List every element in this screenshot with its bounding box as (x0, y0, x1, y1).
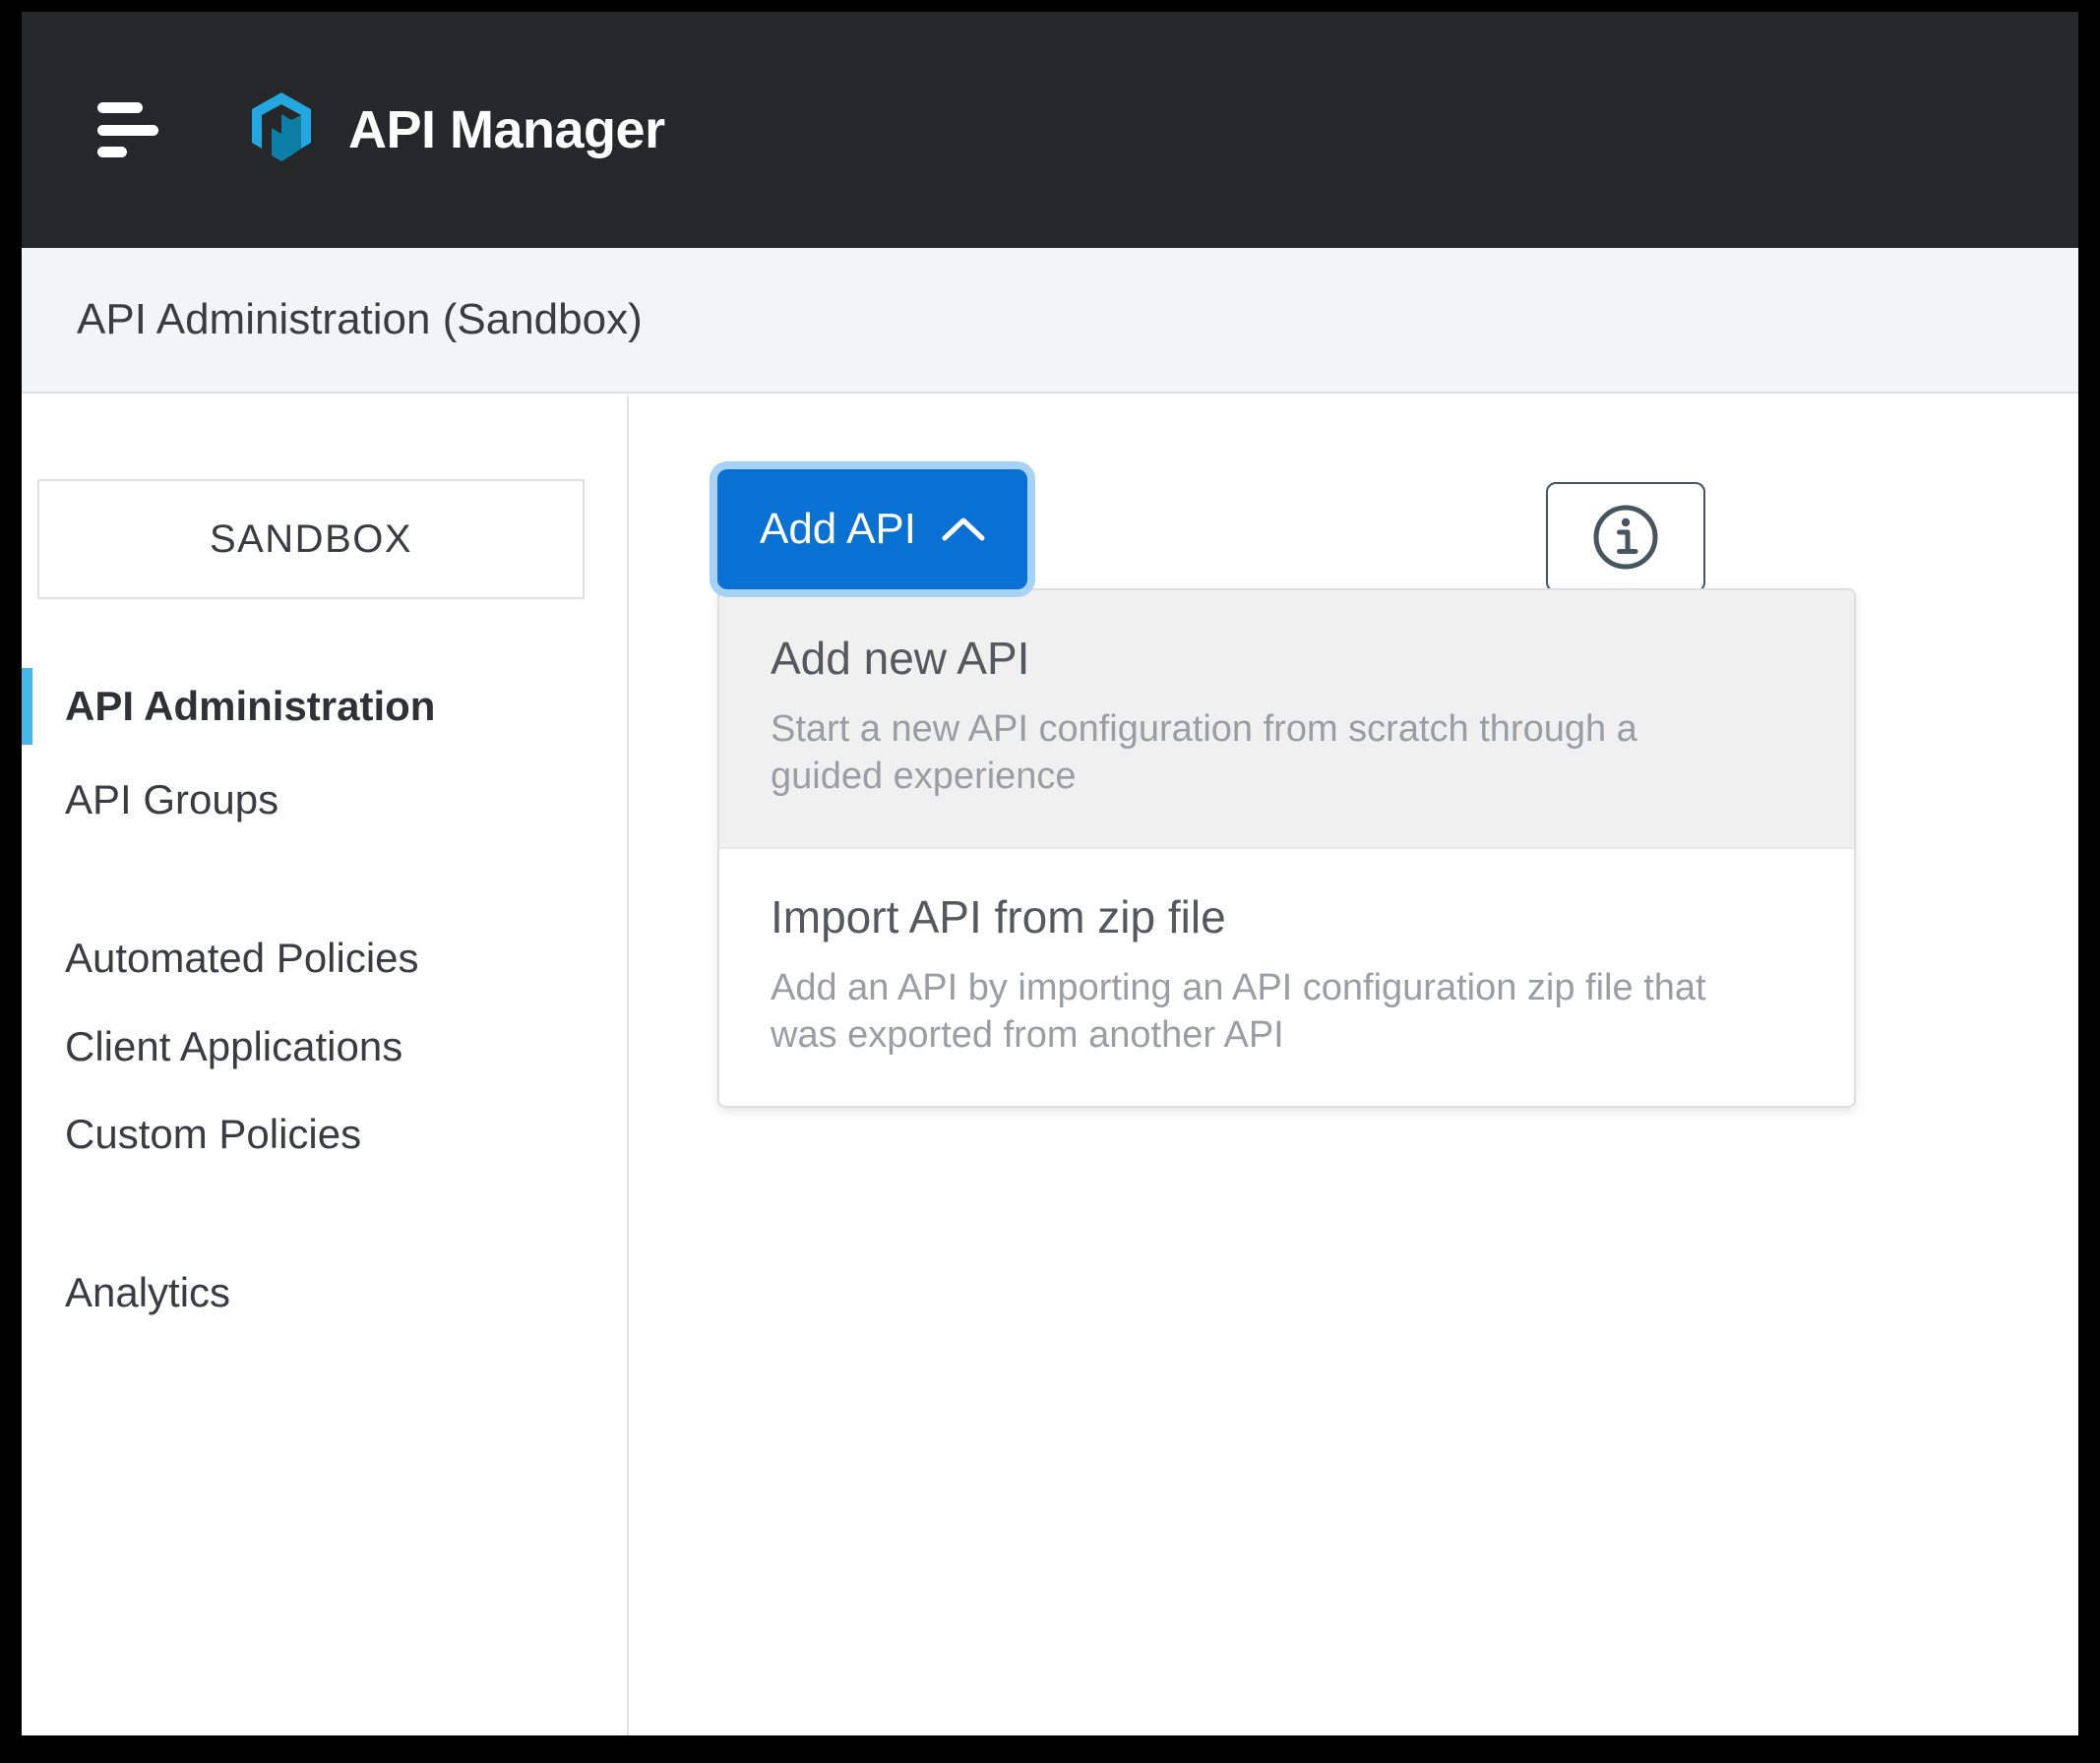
add-api-button[interactable]: Add API (717, 469, 1027, 589)
hamburger-line-2 (97, 124, 158, 136)
sidebar-item-label: API Groups (65, 776, 279, 822)
menu-item-add-new-api[interactable]: Add new API Start a new API configuratio… (719, 590, 1854, 847)
sidebar-item-client-applications[interactable]: Client Applications (22, 1008, 629, 1085)
environment-selector[interactable]: SANDBOX (37, 479, 585, 599)
page-title: API Administration (Sandbox) (77, 295, 643, 343)
active-indicator-bar (22, 920, 32, 997)
application-window: API Manager API Administration (Sandbox)… (22, 12, 2078, 1735)
sidebar-item-api-groups[interactable]: API Groups (22, 761, 629, 838)
sidebar-item-api-administration[interactable]: API Administration (22, 668, 629, 745)
sidebar-item-custom-policies[interactable]: Custom Policies (22, 1096, 629, 1173)
top-header-bar: API Manager (22, 12, 2078, 248)
sidebar-item-label: Client Applications (65, 1023, 403, 1069)
hamburger-menu-icon[interactable] (97, 102, 162, 157)
sidebar-item-analytics[interactable]: Analytics (22, 1254, 629, 1331)
sidebar-item-label: Automated Policies (65, 935, 419, 981)
info-circle-icon (1593, 505, 1658, 570)
environment-selector-label: SANDBOX (209, 517, 413, 561)
active-indicator-bar (22, 761, 32, 838)
add-api-button-label: Add API (759, 505, 916, 553)
sidebar-item-label: API Administration (65, 683, 436, 729)
chevron-up-icon (942, 517, 985, 541)
screenshot-frame: API Manager API Administration (Sandbox)… (0, 0, 2100, 1763)
menu-item-title: Add new API (771, 633, 1030, 684)
active-indicator-bar (22, 1008, 32, 1085)
menu-item-title: Import API from zip file (771, 891, 1226, 942)
sidebar-item-label: Custom Policies (65, 1111, 362, 1157)
sidebar: SANDBOX API Administration API Groups Au… (22, 395, 629, 1735)
info-button[interactable] (1546, 482, 1705, 592)
menu-item-description: Add an API by importing an API configura… (771, 967, 1706, 1056)
content-body: SANDBOX API Administration API Groups Au… (22, 395, 2078, 1735)
menu-item-import-api-from-zip[interactable]: Import API from zip file Add an API by i… (719, 847, 1854, 1106)
active-indicator-bar (22, 668, 32, 745)
page-header-bar: API Administration (Sandbox) (22, 248, 2078, 394)
menu-item-description: Start a new API configuration from scrat… (771, 708, 1637, 797)
hamburger-line-1 (97, 102, 143, 113)
sidebar-item-automated-policies[interactable]: Automated Policies (22, 920, 629, 997)
hamburger-line-3 (97, 147, 127, 157)
app-title: API Manager (348, 100, 665, 159)
hexagon-n-logo (252, 92, 311, 161)
sidebar-item-label: Analytics (65, 1269, 231, 1315)
active-indicator-bar (22, 1096, 32, 1173)
add-api-dropdown-menu: Add new API Start a new API configuratio… (717, 588, 1856, 1108)
main-content: Add API Add new API Start a new API conf… (631, 395, 2078, 1735)
active-indicator-bar (22, 1254, 32, 1331)
